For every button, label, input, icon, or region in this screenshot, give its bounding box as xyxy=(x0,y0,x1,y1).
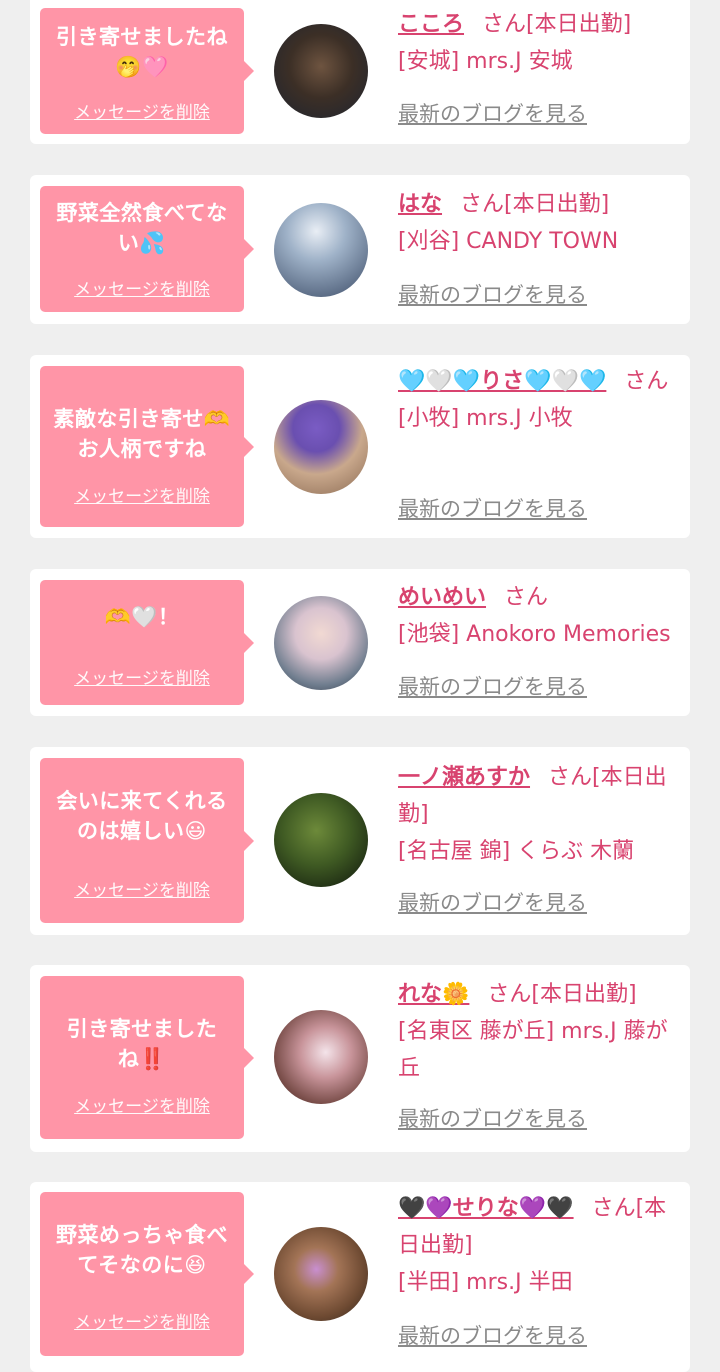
message-text: 素敵な引き寄せ🫶お人柄ですね xyxy=(53,407,231,461)
message-bubble: 素敵な引き寄せ🫶お人柄ですね メッセージを削除 xyxy=(40,366,254,527)
message-bubble: 引き寄せましたね🤭🩷 メッセージを削除 xyxy=(40,8,254,134)
name-suffix: さん[本日出勤] xyxy=(482,12,632,37)
name-suffix: さん[本日出勤] xyxy=(460,192,610,217)
shop-label: [名古屋 錦] くらぶ 木蘭 xyxy=(398,839,635,864)
latest-blog-link[interactable]: 最新のブログを見る xyxy=(398,887,587,917)
name-suffix: さん[本日出勤] xyxy=(487,982,637,1007)
latest-blog-link[interactable]: 最新のブログを見る xyxy=(398,1320,587,1350)
delete-message-link[interactable]: メッセージを削除 xyxy=(40,1308,244,1333)
cast-name-link[interactable]: れな🌼 xyxy=(398,982,469,1007)
latest-blog-link[interactable]: 最新のブログを見る xyxy=(398,493,587,523)
delete-message-link[interactable]: メッセージを削除 xyxy=(40,98,244,123)
message-bubble: 引き寄せましたね‼️ メッセージを削除 xyxy=(40,976,254,1139)
avatar[interactable] xyxy=(274,1010,368,1104)
message-card: 野菜全然食べてない💦 メッセージを削除 はな さん[本日出勤] [刈谷] CAND… xyxy=(30,175,690,324)
shop-label: [刈谷] CANDY TOWN xyxy=(398,229,619,254)
profile-info: れな🌼 さん[本日出勤] [名東区 藤が丘] mrs.J 藤が丘 xyxy=(398,976,678,1087)
name-suffix: さん xyxy=(624,369,669,394)
message-bubble: 会いに来てくれるのは嬉しい😃 メッセージを削除 xyxy=(40,758,254,923)
cast-name-link[interactable]: 🖤💜せりな💜🖤 xyxy=(398,1196,574,1221)
profile-info: こころ さん[本日出勤] [安城] mrs.J 安城 xyxy=(398,6,678,80)
latest-blog-link[interactable]: 最新のブログを見る xyxy=(398,1103,587,1133)
message-bubble: 🫶🤍！ メッセージを削除 xyxy=(40,580,254,705)
cast-name-link[interactable]: こころ xyxy=(398,12,464,37)
message-text: 野菜全然食べてない💦 xyxy=(56,201,228,255)
profile-info: 🩵🤍🩵りさ🩵🤍🩵 さん [小牧] mrs.J 小牧 xyxy=(398,363,678,437)
message-card: 引き寄せましたね🤭🩷 メッセージを削除 こころ さん[本日出勤] [安城] mrs… xyxy=(30,0,690,144)
avatar[interactable] xyxy=(274,1227,368,1321)
delete-message-link[interactable]: メッセージを削除 xyxy=(40,664,244,689)
avatar[interactable] xyxy=(274,203,368,297)
shop-label: [小牧] mrs.J 小牧 xyxy=(398,406,573,431)
profile-info: めいめい さん [池袋] Anokoro Memories xyxy=(398,579,678,653)
message-bubble: 野菜全然食べてない💦 メッセージを削除 xyxy=(40,186,254,312)
avatar[interactable] xyxy=(274,400,368,494)
message-card: 会いに来てくれるのは嬉しい😃 メッセージを削除 一ノ瀬あすか さん[本日出勤] [… xyxy=(30,747,690,935)
profile-info: 🖤💜せりな💜🖤 さん[本日出勤] [半田] mrs.J 半田 xyxy=(398,1190,678,1301)
profile-info: 一ノ瀬あすか さん[本日出勤] [名古屋 錦] くらぶ 木蘭 xyxy=(398,759,678,870)
message-list: 引き寄せましたね🤭🩷 メッセージを削除 こころ さん[本日出勤] [安城] mrs… xyxy=(0,0,720,1372)
name-suffix: さん xyxy=(504,585,549,610)
message-text: 🫶🤍！ xyxy=(104,605,180,629)
shop-label: [名東区 藤が丘] mrs.J 藤が丘 xyxy=(398,1019,668,1081)
latest-blog-link[interactable]: 最新のブログを見る xyxy=(398,279,587,309)
message-text: 引き寄せましたね‼️ xyxy=(66,1017,218,1071)
avatar[interactable] xyxy=(274,793,368,887)
cast-name-link[interactable]: 一ノ瀬あすか xyxy=(398,765,530,790)
delete-message-link[interactable]: メッセージを削除 xyxy=(40,482,244,507)
cast-name-link[interactable]: はな xyxy=(398,192,442,217)
avatar[interactable] xyxy=(274,24,368,118)
cast-name-link[interactable]: 🩵🤍🩵りさ🩵🤍🩵 xyxy=(398,369,606,394)
latest-blog-link[interactable]: 最新のブログを見る xyxy=(398,671,587,701)
delete-message-link[interactable]: メッセージを削除 xyxy=(40,1092,244,1117)
message-bubble: 野菜めっちゃ食べてそなのに😆 メッセージを削除 xyxy=(40,1192,254,1356)
message-text: 引き寄せましたね🤭🩷 xyxy=(56,25,228,79)
shop-label: [安城] mrs.J 安城 xyxy=(398,49,573,74)
avatar[interactable] xyxy=(274,596,368,690)
shop-label: [半田] mrs.J 半田 xyxy=(398,1270,573,1295)
message-text: 野菜めっちゃ食べてそなのに😆 xyxy=(56,1223,228,1277)
message-card: 野菜めっちゃ食べてそなのに😆 メッセージを削除 🖤💜せりな💜🖤 さん[本日出勤] … xyxy=(30,1182,690,1372)
delete-message-link[interactable]: メッセージを削除 xyxy=(40,876,244,901)
delete-message-link[interactable]: メッセージを削除 xyxy=(40,275,244,300)
profile-info: はな さん[本日出勤] [刈谷] CANDY TOWN xyxy=(398,186,678,260)
message-text: 会いに来てくれるのは嬉しい😃 xyxy=(56,789,228,843)
message-card: 素敵な引き寄せ🫶お人柄ですね メッセージを削除 🩵🤍🩵りさ🩵🤍🩵 さん [小牧] … xyxy=(30,355,690,538)
message-card: 🫶🤍！ メッセージを削除 めいめい さん [池袋] Anokoro Memorie… xyxy=(30,569,690,716)
shop-label: [池袋] Anokoro Memories xyxy=(398,622,671,647)
cast-name-link[interactable]: めいめい xyxy=(398,585,486,610)
message-card: 引き寄せましたね‼️ メッセージを削除 れな🌼 さん[本日出勤] [名東区 藤が丘… xyxy=(30,965,690,1152)
latest-blog-link[interactable]: 最新のブログを見る xyxy=(398,98,587,128)
